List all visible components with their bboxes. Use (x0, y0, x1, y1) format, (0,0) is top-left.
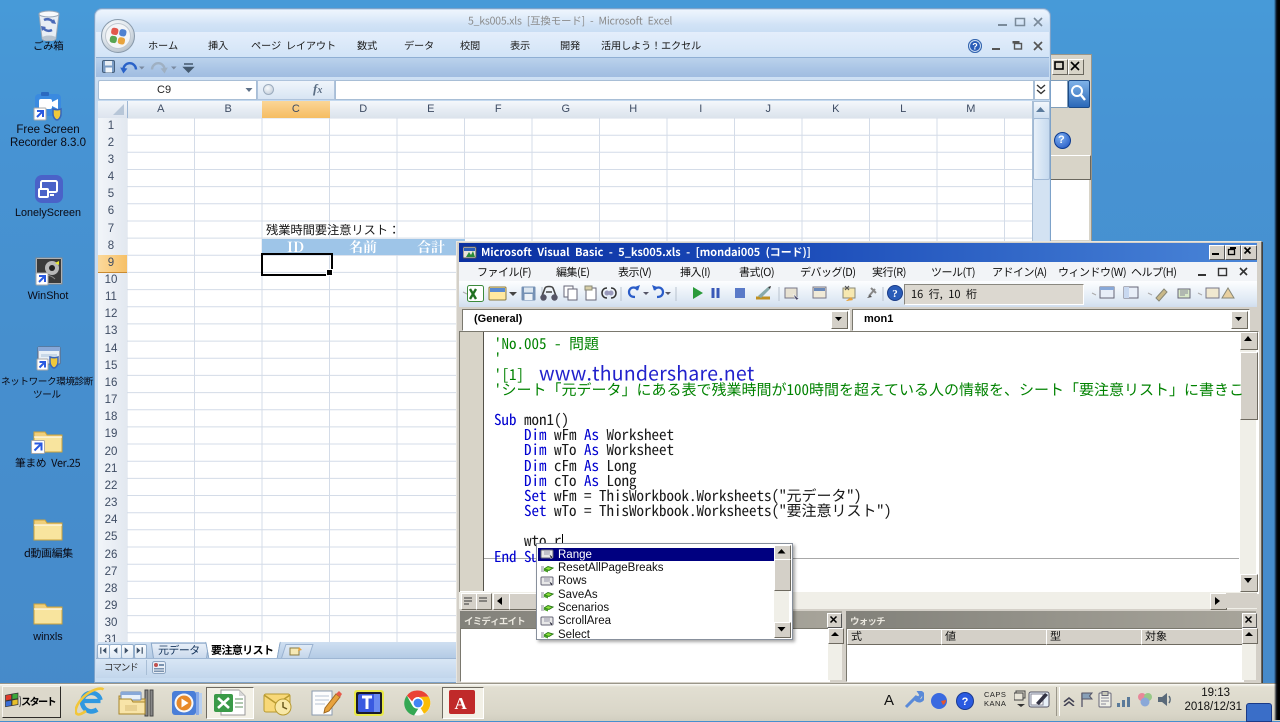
svg-text:?: ? (962, 696, 969, 708)
svg-text:A: A (455, 694, 468, 713)
svg-text:?: ? (892, 288, 898, 300)
svg-text:?: ? (972, 42, 978, 52)
